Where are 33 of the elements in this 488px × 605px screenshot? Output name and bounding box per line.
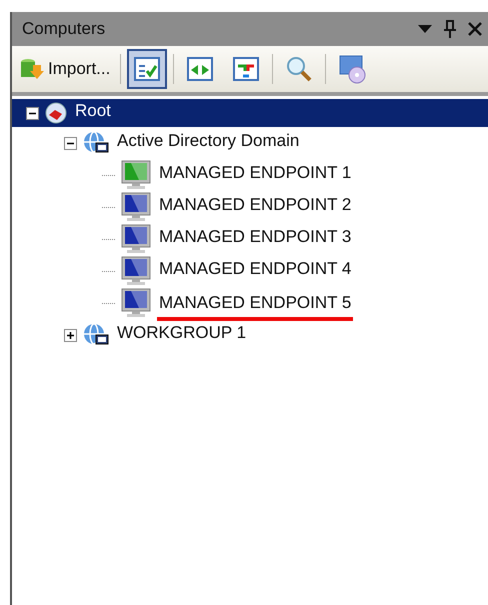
toolbar-button[interactable] [127, 49, 168, 89]
tree-row[interactable]: MANAGED ENDPOINT 2 [12, 191, 488, 223]
node-label: MANAGED ENDPOINT 1 [158, 163, 352, 184]
collapse-icon[interactable] [64, 136, 77, 150]
node-label: MANAGED ENDPOINT 3 [158, 227, 352, 248]
tree-row[interactable]: MANAGED ENDPOINT 4 [12, 255, 488, 287]
expand-icon[interactable] [64, 328, 77, 342]
node-label: MANAGED ENDPOINT 4 [158, 259, 352, 280]
tree-row[interactable]: WORKGROUP 1 [12, 319, 488, 351]
tree-row[interactable]: MANAGED ENDPOINT 3 [12, 223, 488, 255]
close-icon[interactable] [468, 22, 482, 36]
monitor-disc-icon [337, 54, 368, 84]
dropdown-icon[interactable] [418, 25, 432, 33]
checklist-icon [134, 57, 160, 81]
arrows-icon [187, 57, 214, 81]
import-button[interactable]: Import... [16, 55, 114, 83]
search-icon [285, 55, 314, 83]
node-label: MANAGED ENDPOINT 2 [158, 195, 352, 216]
node-label: Active Directory Domain [116, 131, 300, 152]
panel-title: Computers [22, 19, 106, 39]
database-import-icon [20, 57, 44, 81]
tree-row[interactable]: MANAGED ENDPOINT 5 [12, 287, 488, 319]
tree-row[interactable]: Root [12, 99, 488, 127]
network-globe-icon [83, 323, 109, 347]
node-label: MANAGED ENDPOINT 5 [157, 293, 354, 321]
tree-row[interactable]: Active Directory Domain [12, 127, 488, 159]
network-globe-icon [83, 131, 109, 155]
swap-icon [233, 57, 260, 81]
tree-row[interactable]: MANAGED ENDPOINT 1 [12, 159, 488, 191]
collapse-icon[interactable] [26, 106, 39, 120]
node-label: WORKGROUP 1 [116, 323, 248, 344]
pin-icon[interactable] [444, 20, 456, 38]
node-label: Root [74, 101, 112, 122]
